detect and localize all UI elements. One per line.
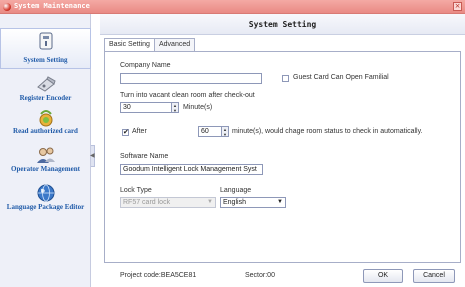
sidebar-item-label: Language Package Editor	[6, 203, 85, 211]
guest-card-label: Guest Card Can Open Familial	[293, 74, 389, 81]
chevron-down-icon: ▼	[207, 199, 213, 205]
sidebar-item-operator-management[interactable]: Operator Management	[0, 142, 91, 180]
footer-bar: Project code:BEA5CE81 Sector:00 OK Cance…	[100, 266, 465, 287]
globe-icon	[37, 184, 54, 202]
vacant-minutes-spinner[interactable]: 30	[120, 102, 179, 113]
company-name-label: Company Name	[120, 62, 171, 69]
collapse-sidebar-toggle[interactable]: ◀	[90, 145, 95, 167]
vacant-minutes-value: 30	[123, 104, 131, 111]
lock-type-value: RF57 card lock	[123, 199, 171, 206]
chevron-down-icon[interactable]: ▼	[275, 198, 285, 207]
page-title: System Setting	[248, 20, 317, 29]
guest-card-checkbox[interactable]	[282, 75, 289, 82]
sidebar-item-label: Read authorized card	[13, 127, 78, 135]
sidebar-item-read-card[interactable]: Read authorized card	[0, 107, 91, 142]
spinner-arrows-icon[interactable]	[171, 103, 178, 112]
language-select[interactable]: English ▼	[220, 197, 286, 208]
software-name-label: Software Name	[120, 153, 169, 160]
after-minutes-value: 60	[201, 128, 209, 135]
sidebar: System Setting Register Encoder Read aut…	[0, 14, 91, 287]
title-bar: System Maintenance ×	[0, 0, 465, 14]
close-button[interactable]: ×	[453, 2, 462, 11]
sidebar-item-system-setting[interactable]: System Setting	[0, 28, 91, 69]
operator-icon	[36, 147, 55, 163]
after-suffix-label: minute(s), would chage room status to ch…	[232, 128, 423, 135]
project-code-text: Project code:BEA5CE81	[120, 272, 197, 279]
settings-panel: Company Name Guest Card Can Open Familia…	[104, 51, 461, 263]
after-minutes-spinner[interactable]: 60	[198, 126, 229, 137]
ok-button[interactable]: OK	[363, 269, 403, 283]
sidebar-item-language-editor[interactable]: Language Package Editor	[0, 180, 91, 218]
language-value: English	[223, 199, 246, 206]
after-label: After	[132, 128, 147, 135]
vacant-unit-label: Minute(s)	[183, 104, 213, 111]
lock-type-select: RF57 card lock ▼	[120, 197, 216, 208]
vacant-label: Turn into vacant clean room after check-…	[120, 92, 255, 99]
spinner-arrows-icon[interactable]	[221, 127, 228, 136]
tab-basic-setting[interactable]: Basic Setting	[104, 38, 155, 52]
read-card-icon	[39, 110, 52, 127]
main-panel: System Setting Basic Setting Advanced Co…	[100, 14, 465, 287]
cancel-button[interactable]: Cancel	[413, 269, 455, 283]
sector-text: Sector:00	[245, 272, 275, 279]
sidebar-item-label: System Setting	[23, 56, 68, 64]
system-setting-icon	[39, 32, 52, 50]
sidebar-item-label: Register Encoder	[19, 94, 72, 102]
tab-advanced[interactable]: Advanced	[154, 38, 196, 51]
software-name-input[interactable]: Goodum Intelligent Lock Management Syst	[120, 164, 263, 175]
window-title: System Maintenance	[14, 2, 90, 10]
after-checkbox[interactable]	[122, 128, 129, 136]
chevron-left-icon: ◀	[90, 153, 95, 159]
company-name-input[interactable]	[120, 73, 262, 84]
register-encoder-icon	[36, 76, 56, 92]
page-header: System Setting	[100, 14, 465, 35]
lock-type-label: Lock Type	[120, 187, 152, 194]
sidebar-item-label: Operator Management	[11, 165, 80, 173]
sidebar-item-register-encoder[interactable]: Register Encoder	[0, 69, 91, 107]
app-icon	[3, 3, 11, 11]
language-label: Language	[220, 187, 252, 194]
